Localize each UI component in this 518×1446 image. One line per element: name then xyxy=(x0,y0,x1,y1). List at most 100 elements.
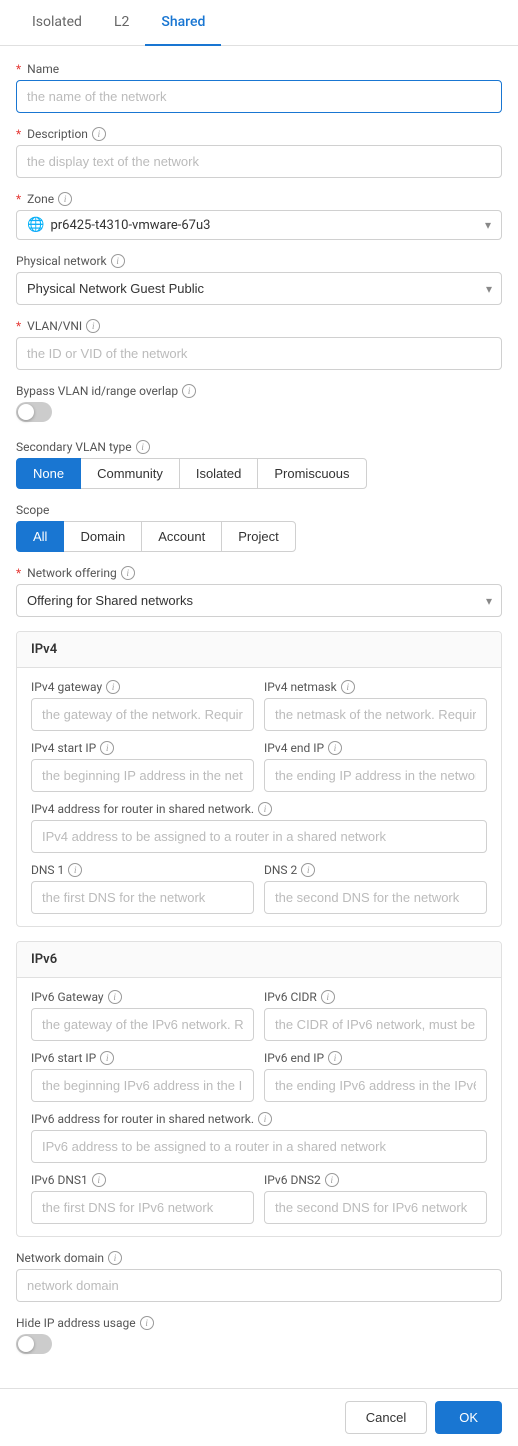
ipv6-dns2-info-icon[interactable]: i xyxy=(325,1173,339,1187)
ok-button[interactable]: OK xyxy=(435,1401,502,1434)
secondary-vlan-community-btn[interactable]: Community xyxy=(80,458,180,489)
zone-field-group: * Zone i 🌐 pr6425-t4310-vmware-67u3 ▾ xyxy=(16,192,502,240)
ipv4-gateway-netmask-row: IPv4 gateway i IPv4 netmask i xyxy=(31,680,487,731)
ipv4-gateway-info-icon[interactable]: i xyxy=(106,680,120,694)
ipv6-end-ip-input[interactable] xyxy=(264,1069,487,1102)
scope-domain-btn[interactable]: Domain xyxy=(63,521,142,552)
globe-icon: 🌐 xyxy=(27,217,44,233)
ipv6-end-ip-info-icon[interactable]: i xyxy=(328,1051,342,1065)
description-label-text: Description xyxy=(27,127,88,141)
scope-label-text: Scope xyxy=(16,503,49,517)
ipv4-router-input[interactable] xyxy=(31,820,487,853)
network-offering-select[interactable]: Offering for Shared networks xyxy=(16,584,502,617)
ipv6-start-ip-label: IPv6 start IP i xyxy=(31,1051,254,1065)
ipv6-cidr-info-icon[interactable]: i xyxy=(321,990,335,1004)
vlan-label: * VLAN/VNI i xyxy=(16,319,502,333)
ipv6-dns-row: IPv6 DNS1 i IPv6 DNS2 i xyxy=(31,1173,487,1224)
ipv4-netmask-info-icon[interactable]: i xyxy=(341,680,355,694)
vlan-input[interactable] xyxy=(16,337,502,370)
scope-all-btn[interactable]: All xyxy=(16,521,64,552)
ipv6-start-ip-input[interactable] xyxy=(31,1069,254,1102)
hide-ip-toggle[interactable] xyxy=(16,1334,52,1354)
ipv6-section-title: IPv6 xyxy=(17,942,501,978)
ipv4-dns2-field: DNS 2 i xyxy=(264,863,487,914)
network-offering-info-icon[interactable]: i xyxy=(121,566,135,580)
ipv6-dns2-input[interactable] xyxy=(264,1191,487,1224)
physical-network-select[interactable]: Physical Network Guest Public xyxy=(16,272,502,305)
physical-network-label-text: Physical network xyxy=(16,254,107,268)
description-label: * Description i xyxy=(16,127,502,141)
description-input[interactable] xyxy=(16,145,502,178)
ipv4-end-ip-info-icon[interactable]: i xyxy=(328,741,342,755)
scope-account-btn[interactable]: Account xyxy=(141,521,222,552)
physical-network-info-icon[interactable]: i xyxy=(111,254,125,268)
zone-required: * xyxy=(16,192,21,206)
ipv4-gateway-input[interactable] xyxy=(31,698,254,731)
tab-isolated[interactable]: Isolated xyxy=(16,0,98,46)
footer-buttons: Cancel OK xyxy=(0,1388,518,1446)
ipv4-dns1-input[interactable] xyxy=(31,881,254,914)
scope-project-btn[interactable]: Project xyxy=(221,521,295,552)
bypass-vlan-label-text: Bypass VLAN id/range overlap xyxy=(16,384,178,398)
ipv6-section: IPv6 IPv6 Gateway i IPv6 CIDR i xyxy=(16,941,502,1237)
network-domain-input[interactable] xyxy=(16,1269,502,1302)
scope-btn-group: All Domain Account Project xyxy=(16,521,502,552)
ipv6-router-input[interactable] xyxy=(31,1130,487,1163)
zone-label: * Zone i xyxy=(16,192,502,206)
description-info-icon[interactable]: i xyxy=(92,127,106,141)
vlan-info-icon[interactable]: i xyxy=(86,319,100,333)
ipv4-start-ip-info-icon[interactable]: i xyxy=(100,741,114,755)
secondary-vlan-none-btn[interactable]: None xyxy=(16,458,81,489)
scope-label: Scope xyxy=(16,503,502,517)
ipv6-gateway-info-icon[interactable]: i xyxy=(108,990,122,1004)
ipv4-section: IPv4 IPv4 gateway i IPv4 netmask i xyxy=(16,631,502,927)
ipv6-gateway-label: IPv6 Gateway i xyxy=(31,990,254,1004)
ipv6-gateway-input[interactable] xyxy=(31,1008,254,1041)
ipv4-dns2-info-icon[interactable]: i xyxy=(301,863,315,877)
network-domain-info-icon[interactable]: i xyxy=(108,1251,122,1265)
secondary-vlan-label: Secondary VLAN type i xyxy=(16,440,502,454)
ipv4-dns1-info-icon[interactable]: i xyxy=(68,863,82,877)
hide-ip-info-icon[interactable]: i xyxy=(140,1316,154,1330)
ipv6-cidr-input[interactable] xyxy=(264,1008,487,1041)
ipv6-start-ip-info-icon[interactable]: i xyxy=(100,1051,114,1065)
vlan-label-text: VLAN/VNI xyxy=(27,319,82,333)
secondary-vlan-field-group: Secondary VLAN type i None Community Iso… xyxy=(16,440,502,489)
tab-l2[interactable]: L2 xyxy=(98,0,145,46)
hide-ip-label-text: Hide IP address usage xyxy=(16,1316,136,1330)
ipv4-gateway-field: IPv4 gateway i xyxy=(31,680,254,731)
name-input[interactable] xyxy=(16,80,502,113)
ipv6-cidr-label: IPv6 CIDR i xyxy=(264,990,487,1004)
zone-info-icon[interactable]: i xyxy=(58,192,72,206)
secondary-vlan-isolated-btn[interactable]: Isolated xyxy=(179,458,259,489)
bypass-vlan-toggle[interactable] xyxy=(16,402,52,422)
secondary-vlan-info-icon[interactable]: i xyxy=(136,440,150,454)
ipv4-dns1-label: DNS 1 i xyxy=(31,863,254,877)
network-offering-label: * Network offering i xyxy=(16,566,502,580)
tab-shared[interactable]: Shared xyxy=(145,0,221,46)
ipv6-end-ip-field: IPv6 end IP i xyxy=(264,1051,487,1102)
ipv6-router-info-icon[interactable]: i xyxy=(258,1112,272,1126)
ipv6-dns1-field: IPv6 DNS1 i xyxy=(31,1173,254,1224)
description-field-group: * Description i xyxy=(16,127,502,178)
ipv6-dns1-info-icon[interactable]: i xyxy=(92,1173,106,1187)
ipv4-router-address-field: IPv4 address for router in shared networ… xyxy=(31,802,487,853)
ipv4-dns2-input[interactable] xyxy=(264,881,487,914)
ipv4-router-info-icon[interactable]: i xyxy=(258,802,272,816)
secondary-vlan-btn-group: None Community Isolated Promiscuous xyxy=(16,458,502,489)
bypass-vlan-info-icon[interactable]: i xyxy=(182,384,196,398)
zone-value: pr6425-t4310-vmware-67u3 xyxy=(50,218,485,233)
ipv4-start-ip-input[interactable] xyxy=(31,759,254,792)
secondary-vlan-promiscuous-btn[interactable]: Promiscuous xyxy=(257,458,366,489)
bypass-vlan-field-group: Bypass VLAN id/range overlap i xyxy=(16,384,502,426)
ipv4-end-ip-input[interactable] xyxy=(264,759,487,792)
ipv6-dns1-input[interactable] xyxy=(31,1191,254,1224)
ipv4-netmask-input[interactable] xyxy=(264,698,487,731)
zone-label-text: Zone xyxy=(27,192,54,206)
ipv4-section-content: IPv4 gateway i IPv4 netmask i IPv4 s xyxy=(17,668,501,926)
zone-select-wrapper[interactable]: 🌐 pr6425-t4310-vmware-67u3 ▾ xyxy=(16,210,502,240)
network-offering-field-group: * Network offering i Offering for Shared… xyxy=(16,566,502,617)
cancel-button[interactable]: Cancel xyxy=(345,1401,427,1434)
ipv6-section-content: IPv6 Gateway i IPv6 CIDR i IPv6 star xyxy=(17,978,501,1236)
ipv6-end-ip-label: IPv6 end IP i xyxy=(264,1051,487,1065)
